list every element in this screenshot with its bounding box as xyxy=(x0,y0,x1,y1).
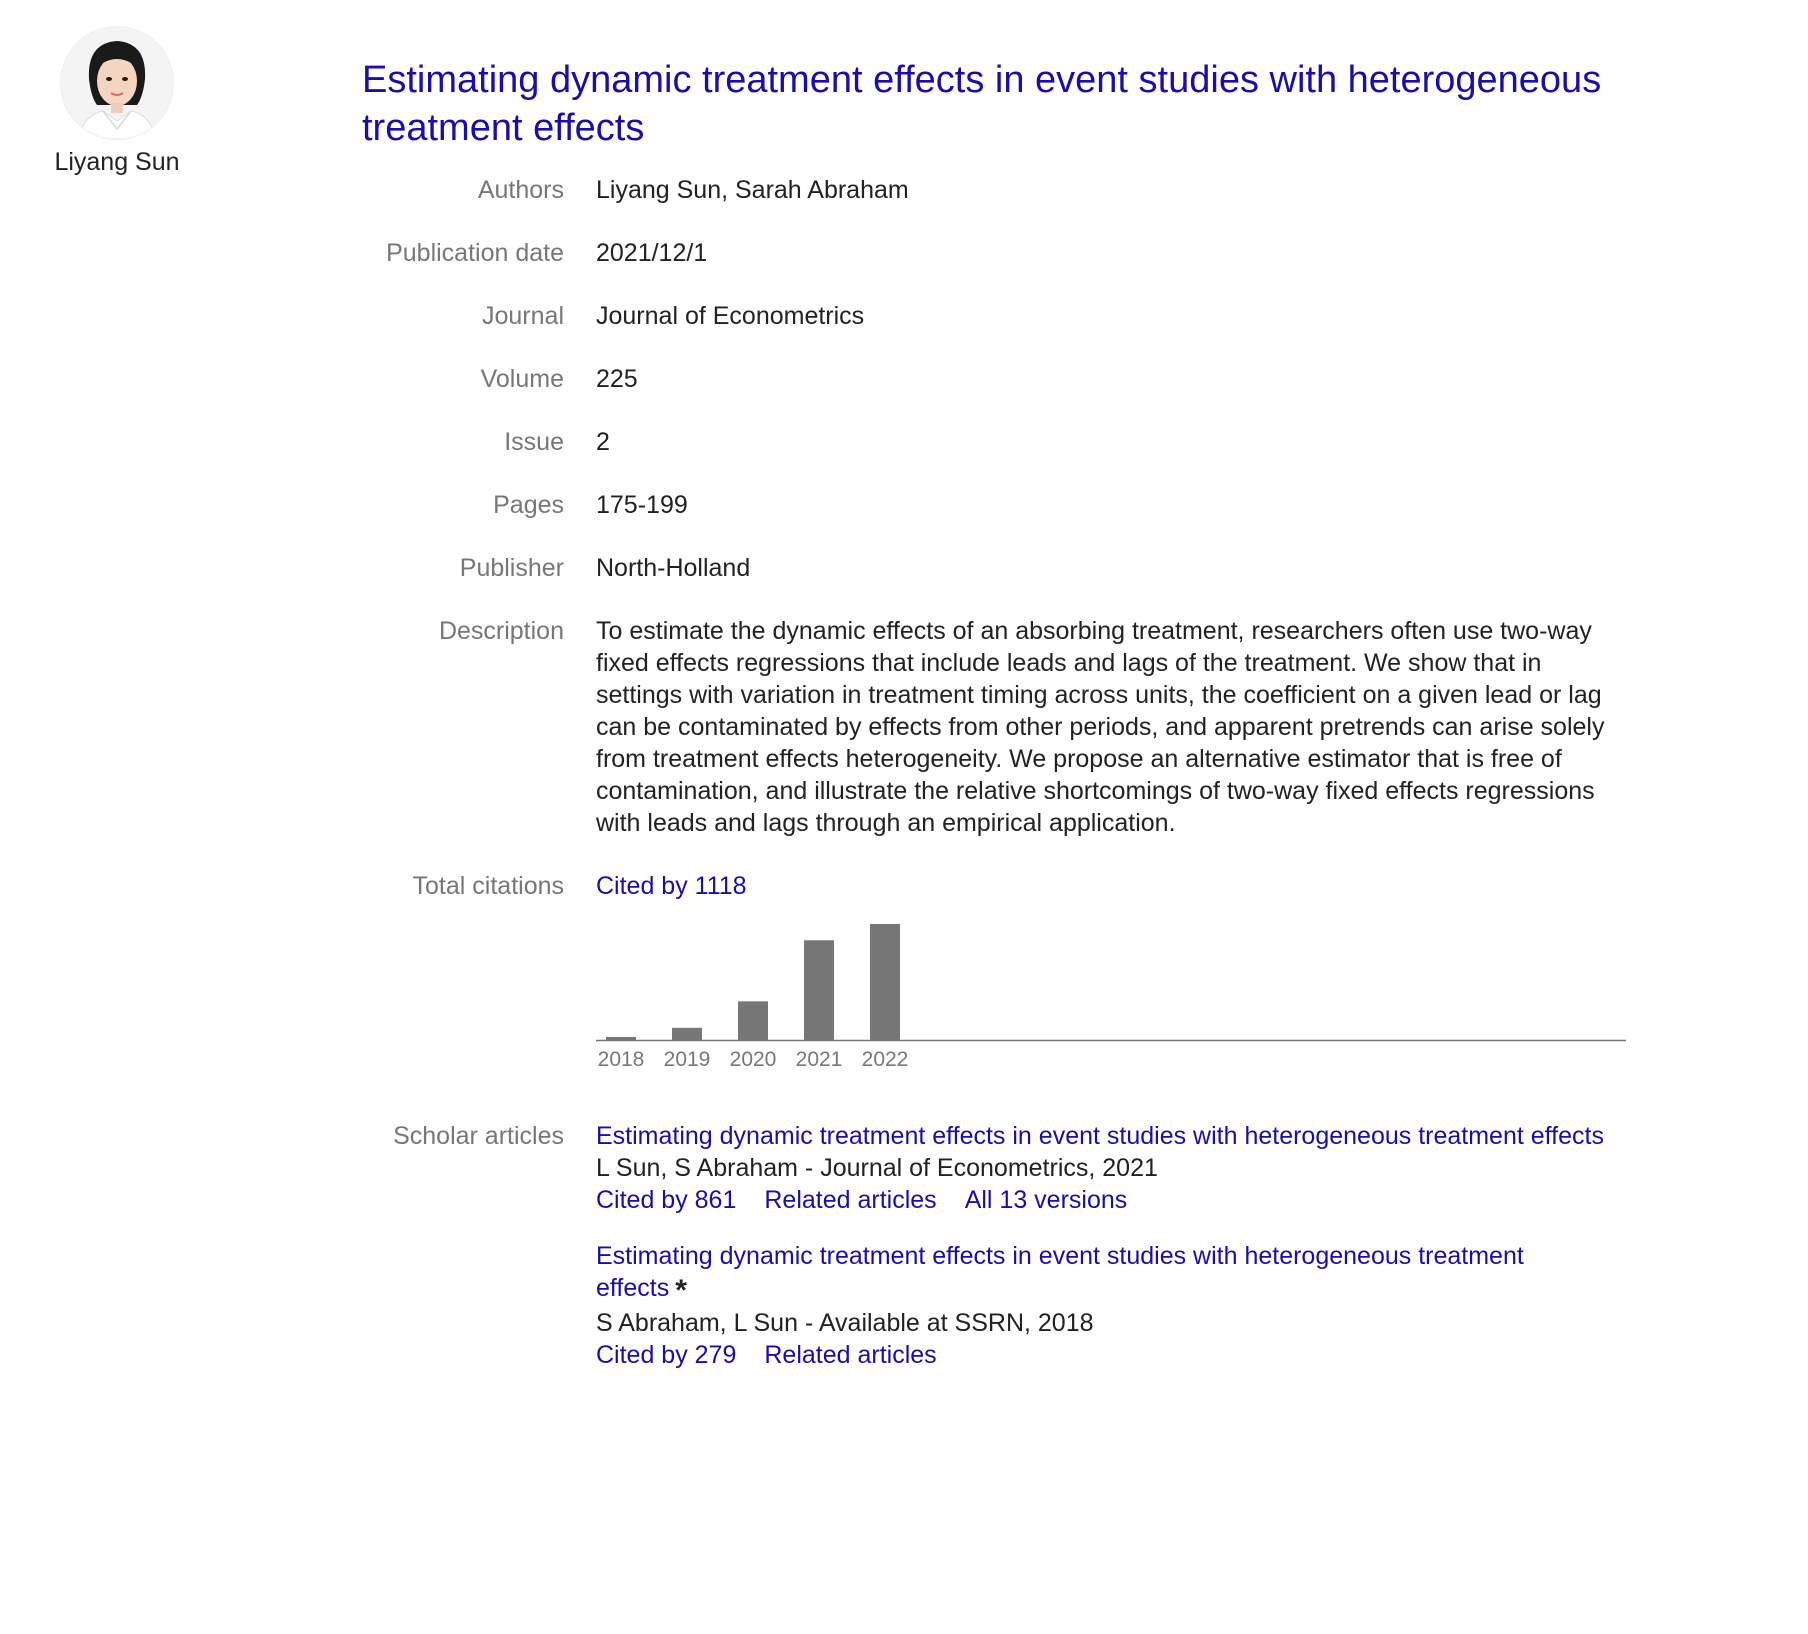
cited-by-link[interactable]: Cited by 279 xyxy=(596,1341,736,1369)
field-value-scholar-articles: Estimating dynamic treatment effects in … xyxy=(596,1120,1606,1395)
author-profile[interactable]: Liyang Sun xyxy=(36,26,198,177)
article-details: Estimating dynamic treatment effects in … xyxy=(362,56,1692,1426)
field-value-volume: 225 xyxy=(596,365,638,393)
field-label-total-citations: Total citations xyxy=(412,872,564,900)
field-label-journal: Journal xyxy=(482,302,564,330)
field-value-journal: Journal of Econometrics xyxy=(596,302,865,330)
field-value-issue: 2 xyxy=(596,428,610,456)
year-tick-label: 2019 xyxy=(664,1048,711,1071)
field-value-authors: Liyang Sun, Sarah Abraham xyxy=(596,176,909,204)
year-tick-label: 2021 xyxy=(796,1048,843,1071)
author-name[interactable]: Liyang Sun xyxy=(36,148,198,177)
field-scholar-articles: Scholar articles Estimating dynamic trea… xyxy=(362,1120,1692,1395)
scholar-article-meta: L Sun, S Abraham - Journal of Econometri… xyxy=(596,1154,1158,1182)
citation-bar-2021[interactable] xyxy=(804,940,834,1040)
field-label-issue: Issue xyxy=(504,428,564,456)
scholar-article-links: Cited by 861 Related articles All 13 versi… xyxy=(596,1184,1606,1216)
field-value-publisher: North-Holland xyxy=(596,554,751,582)
avatar[interactable] xyxy=(60,26,174,140)
field-authors: Authors Liyang Sun, Sarah Abraham xyxy=(362,174,1692,206)
scholar-article-title-row: Estimating dynamic treatment effects in … xyxy=(596,1240,1606,1307)
scholar-article-links: Cited by 279 Related articles xyxy=(596,1339,1606,1371)
citations-chart: 2018 2019 2020 2021 2022 xyxy=(596,920,1626,1080)
field-publisher: Publisher North-Holland xyxy=(362,552,1692,584)
field-total-citations: Total citations Cited by 1118 2018 2019 20… xyxy=(362,870,1692,1080)
field-description: Description To estimate the dynamic effe… xyxy=(362,615,1692,839)
scholar-article: Estimating dynamic treatment effects in … xyxy=(596,1120,1606,1216)
field-label-description: Description xyxy=(438,617,564,645)
year-tick-label: 2022 xyxy=(862,1048,909,1071)
citation-bar-2018[interactable] xyxy=(606,1036,636,1040)
field-issue: Issue 2 xyxy=(362,426,1692,458)
asterisk-icon: * xyxy=(675,1274,687,1307)
field-label-scholar-articles: Scholar articles xyxy=(393,1122,564,1150)
scholar-article-title[interactable]: Estimating dynamic treatment effects in … xyxy=(596,1242,1524,1302)
field-journal: Journal Journal of Econometrics xyxy=(362,300,1692,332)
related-articles-link[interactable]: Related articles xyxy=(764,1341,936,1369)
citations-chart-svg: 2018 2019 2020 2021 2022 xyxy=(596,924,1626,1071)
field-pages: Pages 175-199 xyxy=(362,489,1692,521)
article-fields: Authors Liyang Sun, Sarah Abraham Public… xyxy=(362,174,1692,1395)
related-articles-link[interactable]: Related articles xyxy=(764,1186,936,1214)
field-label-volume: Volume xyxy=(480,365,564,393)
all-versions-link[interactable]: All 13 versions xyxy=(965,1186,1128,1214)
scholar-article-title[interactable]: Estimating dynamic treatment effects in … xyxy=(596,1120,1606,1152)
cited-by-link[interactable]: Cited by 861 xyxy=(596,1186,736,1214)
avatar-photo xyxy=(61,27,173,139)
field-label-publisher: Publisher xyxy=(459,554,564,582)
year-tick-label: 2020 xyxy=(730,1048,777,1071)
field-value-pages: 175-199 xyxy=(596,491,688,519)
cited-by-total-link[interactable]: Cited by 1118 xyxy=(596,872,747,900)
field-volume: Volume 225 xyxy=(362,363,1692,395)
field-label-authors: Authors xyxy=(477,176,564,204)
field-value-publication-date: 2021/12/1 xyxy=(596,239,708,267)
citation-bar-2019[interactable] xyxy=(672,1027,702,1040)
field-publication-date: Publication date 2021/12/1 xyxy=(362,237,1692,269)
citation-bar-2020[interactable] xyxy=(738,1001,768,1040)
field-label-publication-date: Publication date xyxy=(386,239,564,267)
citation-bar-2022[interactable] xyxy=(870,924,900,1040)
field-value-description: To estimate the dynamic effects of an ab… xyxy=(596,617,1605,837)
field-label-pages: Pages xyxy=(493,491,564,519)
field-value-total-citations: Cited by 1118 2018 2019 2020 2021 2022 xyxy=(596,870,1626,1080)
article-title[interactable]: Estimating dynamic treatment effects in … xyxy=(362,56,1692,152)
scholar-article-meta: S Abraham, L Sun - Available at SSRN, 20… xyxy=(596,1309,1094,1337)
scholar-article: Estimating dynamic treatment effects in … xyxy=(596,1240,1606,1371)
year-tick-label: 2018 xyxy=(598,1048,645,1071)
